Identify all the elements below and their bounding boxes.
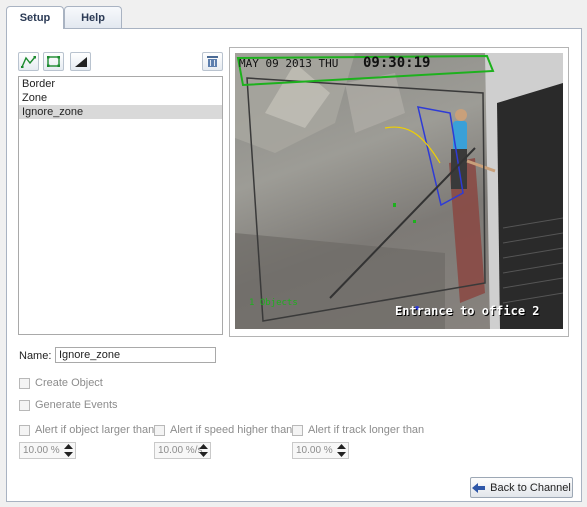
mask-tool-button[interactable] [70, 52, 91, 71]
tab-help[interactable]: Help [64, 6, 122, 28]
tab-setup[interactable]: Setup [6, 6, 64, 29]
name-input[interactable] [55, 347, 216, 363]
alert-track-checkbox[interactable]: Alert if track longer than [292, 424, 424, 436]
list-item-zone[interactable]: Zone [19, 91, 222, 105]
camera-caption: Entrance to office 2 [395, 304, 540, 318]
alert-speed-label: Alert if speed higher than [170, 424, 293, 436]
setup-panel: Border Zone Ignore_zone MAY 09 2013 THU … [6, 28, 582, 502]
speed-value: 10.00 %/s [158, 445, 203, 456]
larger-value: 10.00 % [23, 445, 60, 456]
stepper-arrows-icon[interactable] [337, 444, 346, 457]
create-object-checkbox[interactable]: Create Object [19, 377, 103, 389]
generate-events-label: Generate Events [35, 399, 118, 411]
alert-larger-label: Alert if object larger than [35, 424, 155, 436]
rectangle-icon [47, 56, 60, 67]
create-object-label: Create Object [35, 377, 103, 389]
track-value: 10.00 % [296, 445, 333, 456]
checkbox-box[interactable] [154, 424, 165, 436]
checkbox-box[interactable] [19, 399, 30, 411]
larger-value-stepper[interactable]: 10.00 % [19, 442, 76, 459]
stepper-arrows-icon[interactable] [199, 444, 208, 457]
alert-larger-checkbox[interactable]: Alert if object larger than [19, 424, 154, 436]
generate-events-checkbox[interactable]: Generate Events [19, 399, 118, 411]
camera-scene [235, 53, 563, 329]
back-arrow-icon [472, 482, 486, 493]
checkbox-box[interactable] [19, 424, 30, 436]
trash-icon [207, 56, 218, 67]
alert-track-label: Alert if track longer than [308, 424, 425, 436]
stepper-arrows-icon[interactable] [64, 444, 73, 457]
checkbox-box[interactable] [19, 377, 30, 389]
timestamp-overlay: 09:30:19 [363, 55, 431, 71]
mask-triangle-icon [75, 57, 87, 67]
video-preview[interactable]: MAY 09 2013 THU 09:30:19 1 Objects Entra… [229, 47, 569, 337]
polyline-tool-button[interactable] [18, 52, 39, 71]
track-value-stepper[interactable]: 10.00 % [292, 442, 349, 459]
back-to-channel-button[interactable]: Back to Channel [470, 477, 573, 498]
name-label: Name: [19, 350, 52, 362]
back-button-label: Back to Channel [490, 481, 571, 494]
list-item-border[interactable]: Border [19, 77, 222, 91]
polyline-icon [21, 56, 36, 68]
objects-count-overlay: 1 Objects [249, 298, 298, 308]
object-list[interactable]: Border Zone Ignore_zone [18, 76, 223, 335]
speed-value-stepper[interactable]: 10.00 %/s [154, 442, 211, 459]
rectangle-tool-button[interactable] [43, 52, 64, 71]
list-item-ignore-zone[interactable]: Ignore_zone [19, 105, 222, 119]
camera-frame[interactable]: MAY 09 2013 THU 09:30:19 1 Objects Entra… [235, 53, 563, 329]
delete-button[interactable] [202, 52, 223, 71]
alert-speed-checkbox[interactable]: Alert if speed higher than [154, 424, 292, 436]
checkbox-box[interactable] [292, 424, 303, 436]
timestamp-prefix: MAY 09 2013 THU [239, 57, 339, 70]
